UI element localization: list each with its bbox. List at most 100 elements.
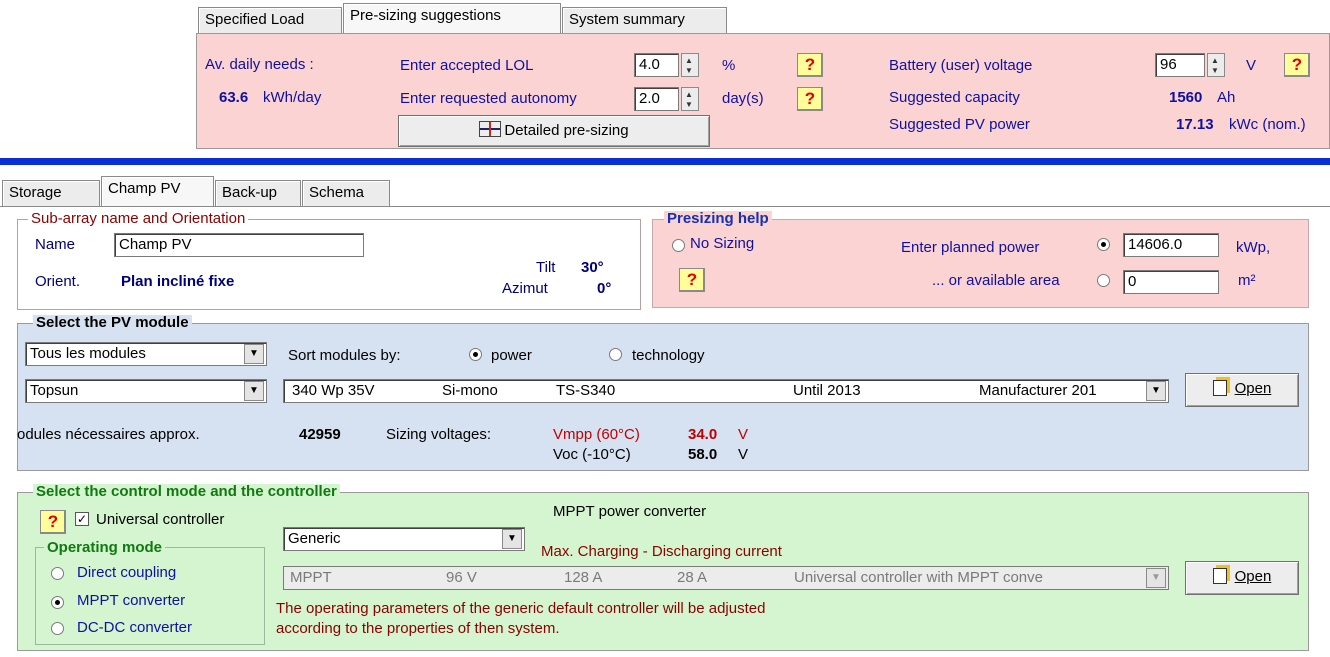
- tab-specified-load[interactable]: Specified Load: [198, 7, 342, 33]
- autonomy-label: Enter requested autonomy: [400, 90, 577, 107]
- battery-voltage-unit: V: [1246, 57, 1257, 74]
- pv-module-legend: Select the PV module: [33, 315, 192, 331]
- universal-controller-label: Universal controller: [96, 511, 225, 528]
- controller-type: MPPT: [290, 569, 332, 586]
- tilt-label: Tilt: [536, 259, 556, 276]
- controller-note-line1: The operating parameters of the generic …: [276, 600, 766, 617]
- detailed-presizing-button[interactable]: Detailed pre-sizing: [398, 115, 710, 147]
- orient-value: Plan incliné fixe: [121, 273, 235, 290]
- azimut-label: Azimut: [502, 280, 548, 297]
- operating-mode-legend: Operating mode: [44, 540, 166, 556]
- orient-label: Orient.: [35, 273, 81, 290]
- vmpp-label: Vmpp (60°C): [553, 426, 640, 443]
- module-technology: Si-mono: [442, 382, 498, 399]
- av-daily-value: 63.6: [219, 89, 249, 106]
- capacity-value: 1560: [1169, 89, 1203, 106]
- controller-description: Universal controller with MPPT conve: [794, 569, 1043, 586]
- voc-unit: V: [738, 446, 749, 463]
- lol-input[interactable]: 4.0: [634, 53, 679, 77]
- subarray-legend: Sub-array name and Orientation: [28, 211, 249, 227]
- max-current-label: Max. Charging - Discharging current: [541, 543, 782, 560]
- module-model: TS-S340: [556, 382, 616, 399]
- open-document-icon: [1212, 380, 1227, 396]
- planned-power-radio[interactable]: [1097, 238, 1110, 251]
- open-controller-button[interactable]: Open: [1185, 561, 1299, 595]
- module-select[interactable]: 340 Wp 35V Si-mono TS-S340 Until 2013 Ma…: [283, 379, 1169, 403]
- battery-voltage-input[interactable]: 96: [1155, 53, 1205, 77]
- tab-pre-sizing-suggestions[interactable]: Pre-sizing suggestions: [343, 3, 561, 33]
- autonomy-input[interactable]: 2.0: [634, 87, 679, 111]
- controller-select[interactable]: MPPT 96 V 128 A 28 A Universal controlle…: [283, 566, 1169, 590]
- autonomy-unit: day(s): [722, 90, 764, 107]
- tab-schema[interactable]: Schema: [302, 180, 390, 206]
- capacity-label: Suggested capacity: [889, 89, 1020, 106]
- vmpp-value: 34.0: [688, 426, 718, 443]
- universal-controller-checkbox[interactable]: ✓: [75, 512, 89, 526]
- battery-voltage-spinner[interactable]: ▲ ▼: [1207, 53, 1225, 77]
- direct-coupling-radio[interactable]: [51, 567, 64, 580]
- voc-value: 58.0: [688, 446, 718, 463]
- name-input[interactable]: Champ PV: [114, 233, 364, 257]
- lol-help-button[interactable]: ?: [797, 53, 823, 77]
- area-input[interactable]: 0: [1123, 270, 1219, 294]
- pv-power-label: Suggested PV power: [889, 116, 1030, 133]
- generic-select[interactable]: Generic ▼: [283, 527, 525, 551]
- pv-power-unit: kWc (nom.): [1229, 116, 1306, 133]
- sort-power-radio[interactable]: [469, 348, 482, 361]
- battery-voltage-label: Battery (user) voltage: [889, 57, 1033, 74]
- battery-help-button[interactable]: ?: [1284, 53, 1310, 77]
- module-source: Manufacturer 201: [979, 382, 1097, 399]
- spin-down-icon: ▼: [685, 66, 693, 75]
- spin-up-icon: ▲: [685, 90, 693, 99]
- sizing-voltages-label: Sizing voltages:: [386, 426, 492, 443]
- controller-discharge-current: 28 A: [677, 569, 708, 586]
- controller-voltage: 96 V: [446, 569, 477, 586]
- mppt-converter-label: MPPT converter: [77, 592, 186, 609]
- module-power: 340 Wp 35V: [292, 382, 375, 399]
- dc-dc-converter-radio[interactable]: [51, 622, 64, 635]
- pv-power-value: 17.13: [1176, 116, 1214, 133]
- no-sizing-label: No Sizing: [690, 235, 755, 252]
- spin-up-icon: ▲: [685, 56, 693, 65]
- lol-label: Enter accepted LOL: [400, 57, 534, 74]
- tab-back-up[interactable]: Back-up: [215, 180, 301, 206]
- direct-coupling-label: Direct coupling: [77, 564, 177, 581]
- open-document-icon: [1212, 568, 1227, 584]
- mppt-converter-radio[interactable]: [51, 596, 64, 609]
- controller-help-button[interactable]: ?: [40, 510, 66, 534]
- controller-legend: Select the control mode and the controll…: [33, 484, 340, 500]
- sort-technology-label: technology: [632, 347, 705, 364]
- sort-technology-radio[interactable]: [609, 348, 622, 361]
- open-module-button[interactable]: Open: [1185, 373, 1299, 407]
- azimut-value: 0°: [597, 280, 612, 297]
- area-label: ... or available area: [932, 272, 1060, 289]
- checkmark-icon: ✓: [76, 512, 88, 526]
- planned-power-label: Enter planned power: [901, 239, 1040, 256]
- tab-champ-pv[interactable]: Champ PV: [101, 176, 214, 206]
- autonomy-help-button[interactable]: ?: [797, 87, 823, 111]
- spin-up-icon: ▲: [1211, 56, 1219, 65]
- tab-baseline: [0, 206, 1330, 207]
- planned-power-input[interactable]: 14606.0: [1123, 233, 1219, 257]
- area-radio[interactable]: [1097, 274, 1110, 287]
- modules-needed-value: 42959: [299, 426, 341, 443]
- module-validity: Until 2013: [793, 382, 861, 399]
- area-unit: m²: [1238, 272, 1256, 289]
- presizing-help-legend: Presizing help: [664, 211, 772, 227]
- tab-system-summary[interactable]: System summary: [562, 7, 727, 33]
- manufacturer-select[interactable]: Topsun ▼: [25, 379, 267, 403]
- sort-power-label: power: [491, 347, 532, 364]
- tab-storage[interactable]: Storage: [2, 180, 100, 206]
- chevron-down-icon: ▼: [1146, 568, 1166, 588]
- av-daily-unit: kWh/day: [263, 89, 322, 106]
- lol-spinner[interactable]: ▲ ▼: [681, 53, 699, 77]
- autonomy-spinner[interactable]: ▲ ▼: [681, 87, 699, 111]
- controller-note-line2: according to the properties of then syst…: [276, 620, 560, 637]
- no-sizing-radio[interactable]: [672, 239, 685, 252]
- presizing-help-button[interactable]: ?: [679, 268, 705, 292]
- separator-bar: [0, 158, 1330, 165]
- av-daily-needs-label: Av. daily needs :: [205, 56, 314, 73]
- planned-power-unit: kWp,: [1236, 239, 1271, 256]
- lol-unit: %: [722, 57, 736, 74]
- module-filter-select[interactable]: Tous les modules ▼: [25, 342, 267, 366]
